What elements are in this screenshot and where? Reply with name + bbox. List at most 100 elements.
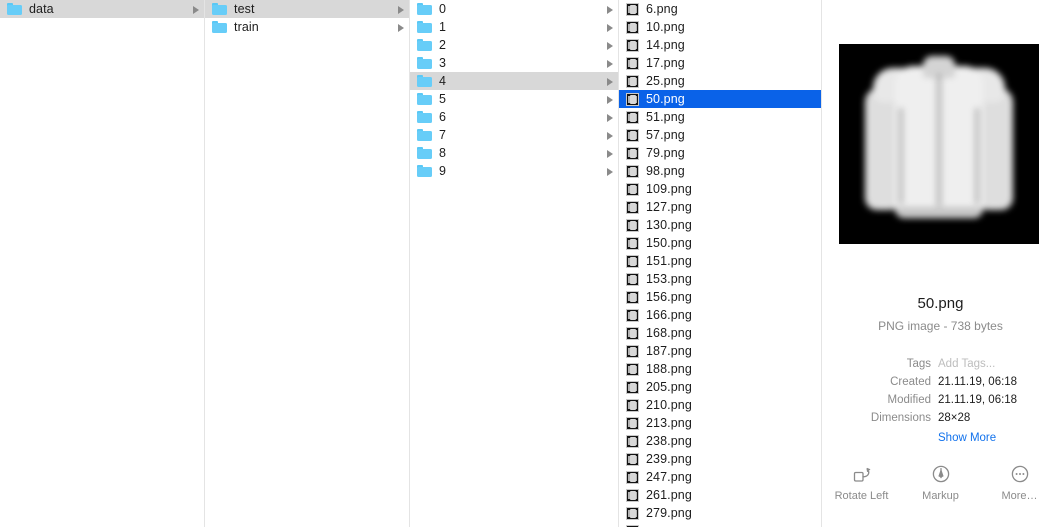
row-label: 9 [439, 164, 447, 178]
image-thumbnail-icon [626, 344, 639, 358]
image-thumbnail-icon [626, 218, 639, 232]
folder-icon [417, 111, 432, 123]
file-row[interactable]: 213.png [619, 414, 821, 432]
image-thumbnail-icon [626, 2, 639, 16]
file-row[interactable]: 98.png [619, 162, 821, 180]
chevron-right-icon [396, 5, 405, 14]
row-label: 127.png [646, 200, 692, 214]
folder-row[interactable]: 0 [410, 0, 618, 18]
row-label: 8 [439, 146, 447, 160]
metadata-row: Modified 21.11.19, 06:18 [822, 393, 1059, 411]
folder-row[interactable]: 3 [410, 54, 618, 72]
image-thumbnail-icon [626, 38, 639, 52]
file-row[interactable]: 6.png [619, 0, 821, 18]
image-thumbnail-icon [626, 56, 639, 70]
folder-row[interactable]: test [205, 0, 409, 18]
row-label: 57.png [646, 128, 685, 142]
preview-metadata-table: Tags Add Tags... Created 21.11.19, 06:18 Mod… [822, 357, 1059, 449]
image-thumbnail-icon [626, 146, 639, 160]
file-row[interactable]: 168.png [619, 324, 821, 342]
show-more-link[interactable]: Show More [938, 432, 996, 444]
column-data[interactable]: test train [205, 0, 410, 527]
preview-metadata-body: Tags Add Tags... Created 21.11.19, 06:18 Mod… [822, 357, 1059, 429]
row-label: 210.png [646, 398, 692, 412]
image-thumbnail-icon [626, 380, 639, 394]
folder-icon [417, 21, 432, 33]
folder-icon [417, 39, 432, 51]
folder-row[interactable]: data [0, 0, 204, 18]
image-thumbnail-icon [626, 416, 639, 430]
image-thumbnail-icon [626, 182, 639, 196]
markup-icon [929, 462, 953, 486]
file-row[interactable]: 239.png [619, 450, 821, 468]
image-thumbnail-icon [626, 452, 639, 466]
file-row[interactable]: 130.png [619, 216, 821, 234]
file-row[interactable]: 279.png [619, 504, 821, 522]
file-row[interactable]: 150.png [619, 234, 821, 252]
column-files-rows: 6.png 10.png 14.png 17.png 25.png 50.png 51.pn… [619, 0, 821, 527]
column-test[interactable]: 0 1 2 3 4 5 6 7 8 9 [410, 0, 619, 527]
file-row[interactable]: 17.png [619, 54, 821, 72]
preview-pane: 50.png PNG image - 738 bytes Tags Add Tag… [822, 0, 1059, 527]
file-row[interactable]: 261.png [619, 486, 821, 504]
file-row[interactable]: 127.png [619, 198, 821, 216]
folder-row[interactable]: train [205, 18, 409, 36]
folder-icon [212, 3, 227, 15]
chevron-right-icon [605, 167, 614, 176]
file-row[interactable]: 205.png [619, 378, 821, 396]
file-row[interactable]: 51.png [619, 108, 821, 126]
row-label: 79.png [646, 146, 685, 160]
file-row[interactable]: 109.png [619, 180, 821, 198]
file-row[interactable]: 151.png [619, 252, 821, 270]
chevron-right-icon [396, 23, 405, 32]
folder-icon [417, 165, 432, 177]
file-row[interactable]: 156.png [619, 288, 821, 306]
row-label: data [29, 2, 54, 16]
metadata-key: Dimensions [870, 412, 931, 424]
more-button[interactable]: More… [987, 462, 1053, 502]
folder-row[interactable]: 9 [410, 162, 618, 180]
row-label: 130.png [646, 218, 692, 232]
file-row[interactable]: 210.png [619, 396, 821, 414]
file-row[interactable]: 238.png [619, 432, 821, 450]
folder-row[interactable]: 8 [410, 144, 618, 162]
row-label: 156.png [646, 290, 692, 304]
folder-row[interactable]: 2 [410, 36, 618, 54]
image-thumbnail-icon [626, 128, 639, 142]
file-row[interactable]: 10.png [619, 18, 821, 36]
folder-icon [417, 129, 432, 141]
file-row[interactable]: 188.png [619, 360, 821, 378]
image-thumbnail-icon [626, 236, 639, 250]
row-label: 153.png [646, 272, 692, 286]
file-row[interactable]: 50.png [619, 90, 821, 108]
row-label: 6.png [646, 2, 678, 16]
chevron-right-icon [605, 77, 614, 86]
chevron-right-icon [605, 95, 614, 104]
row-label: 261.png [646, 488, 692, 502]
folder-row[interactable]: 4 [410, 72, 618, 90]
file-row[interactable]: 187.png [619, 342, 821, 360]
more-label: More… [1001, 490, 1038, 502]
file-row[interactable]: 79.png [619, 144, 821, 162]
file-row[interactable]: 153.png [619, 270, 821, 288]
column-root[interactable]: data [0, 0, 205, 527]
folder-icon [417, 93, 432, 105]
folder-icon [7, 3, 22, 15]
file-row[interactable]: 57.png [619, 126, 821, 144]
row-label: 187.png [646, 344, 692, 358]
file-row[interactable]: 25.png [619, 72, 821, 90]
markup-button[interactable]: Markup [908, 462, 974, 502]
rotate-left-label: Rotate Left [834, 490, 889, 502]
folder-row[interactable]: 7 [410, 126, 618, 144]
folder-row[interactable]: 5 [410, 90, 618, 108]
rotate-left-button[interactable]: Rotate Left [829, 462, 895, 502]
folder-row[interactable]: 6 [410, 108, 618, 126]
file-row[interactable]: 166.png [619, 306, 821, 324]
row-label: 98.png [646, 164, 685, 178]
file-row[interactable]: 247.png [619, 468, 821, 486]
folder-row[interactable]: 1 [410, 18, 618, 36]
add-tags-field[interactable]: Add Tags... [938, 357, 1059, 375]
file-row[interactable] [619, 522, 821, 527]
column-files[interactable]: 6.png 10.png 14.png 17.png 25.png 50.png 51.pn… [619, 0, 822, 527]
file-row[interactable]: 14.png [619, 36, 821, 54]
